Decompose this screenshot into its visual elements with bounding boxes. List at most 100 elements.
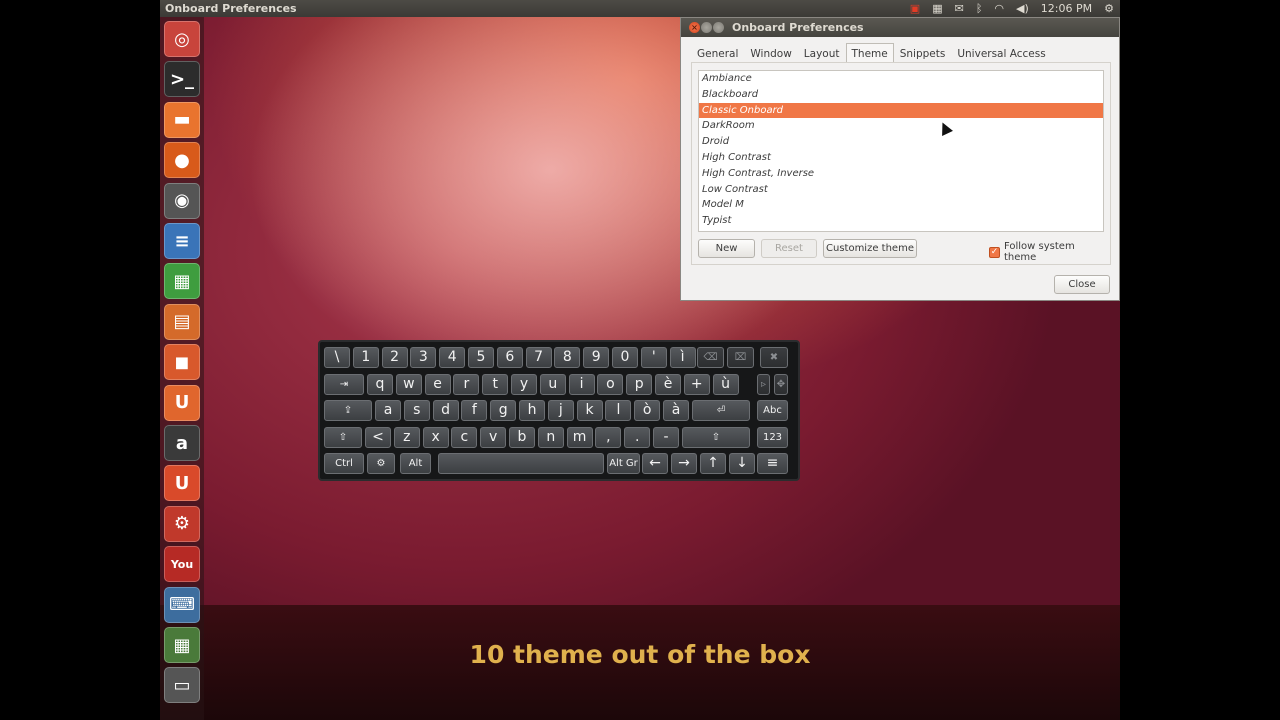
- new-theme-button[interactable]: New: [698, 239, 755, 258]
- key-k0[interactable]: \: [324, 347, 350, 368]
- bluetooth-icon[interactable]: ᛒ: [976, 1, 983, 16]
- launcher-amazon-icon[interactable]: a: [164, 425, 200, 461]
- follow-system-theme[interactable]: ✓ Follow system theme: [989, 241, 1110, 263]
- theme-list-item[interactable]: High Contrast: [699, 150, 1103, 166]
- launcher-calc-icon[interactable]: ▦: [164, 263, 200, 300]
- key-k5[interactable]: g: [490, 400, 517, 421]
- launcher-files-icon[interactable]: ▬: [164, 101, 200, 138]
- key-k2[interactable]: s: [403, 400, 430, 421]
- launcher-system-settings-icon[interactable]: ⚙: [164, 505, 200, 542]
- maximize-window-icon[interactable]: [713, 22, 724, 33]
- key-k12[interactable]: ì: [669, 347, 696, 368]
- key-k5[interactable]: t: [482, 374, 509, 395]
- key-k14[interactable]: ▹: [757, 374, 770, 395]
- workspaces-icon[interactable]: ▦: [932, 1, 942, 16]
- key-k3[interactable]: d: [432, 400, 459, 421]
- key-k12[interactable]: +: [683, 374, 710, 395]
- key-k2[interactable]: Alt: [400, 453, 431, 474]
- key-k12[interactable]: ⏎: [692, 400, 750, 421]
- key-k13[interactable]: ù: [712, 374, 739, 395]
- key-k13[interactable]: ⌫: [697, 347, 724, 368]
- key-k6[interactable]: b: [509, 427, 535, 448]
- key-k8[interactable]: ↓: [729, 453, 755, 474]
- key-k13[interactable]: 123: [757, 427, 788, 448]
- key-k11[interactable]: à: [663, 400, 689, 421]
- key-k7[interactable]: j: [547, 400, 574, 421]
- launcher-software-center-icon[interactable]: ◼: [164, 344, 200, 381]
- key-k4[interactable]: 4: [439, 347, 466, 368]
- launcher-terminal-icon[interactable]: >_: [164, 61, 200, 98]
- key-k1[interactable]: <: [365, 427, 391, 448]
- key-k1[interactable]: ⚙: [367, 453, 395, 474]
- key-k8[interactable]: 8: [554, 347, 581, 368]
- mail-icon[interactable]: ✉: [955, 1, 964, 16]
- key-k10[interactable]: 0: [612, 347, 638, 368]
- key-k1[interactable]: a: [375, 400, 401, 421]
- key-k6[interactable]: 6: [496, 347, 523, 368]
- key-k4[interactable]: r: [453, 374, 480, 395]
- launcher-impress-icon[interactable]: ▤: [164, 303, 200, 340]
- launcher-firefox-icon[interactable]: ●: [164, 142, 200, 179]
- key-k4[interactable]: c: [451, 427, 478, 448]
- key-k2[interactable]: w: [395, 374, 422, 395]
- key-k8[interactable]: m: [566, 427, 593, 448]
- key-k0[interactable]: ⇥: [324, 374, 364, 395]
- theme-list-item[interactable]: Droid: [699, 134, 1103, 150]
- volume-icon[interactable]: ◀): [1016, 1, 1029, 16]
- minimize-window-icon[interactable]: [701, 22, 712, 33]
- key-k2[interactable]: 2: [381, 347, 408, 368]
- key-k7[interactable]: n: [537, 427, 564, 448]
- key-k3[interactable]: 3: [410, 347, 437, 368]
- key-k0[interactable]: Ctrl: [324, 453, 364, 474]
- launcher-screenshot-icon[interactable]: ◉: [164, 182, 200, 219]
- theme-list-item[interactable]: Blackboard: [699, 87, 1103, 103]
- key-k9[interactable]: ≡: [757, 453, 788, 474]
- key-k4[interactable]: f: [461, 400, 488, 421]
- theme-list-item[interactable]: Ambiance: [699, 71, 1103, 87]
- launcher-trash-icon[interactable]: ▭: [164, 667, 200, 704]
- reset-theme-button[interactable]: Reset: [761, 239, 817, 258]
- key-k3[interactable]: x: [422, 427, 449, 448]
- launcher-dash-home-icon[interactable]: ◎: [164, 21, 200, 57]
- theme-list-item[interactable]: Classic Onboard: [699, 102, 1103, 119]
- key-k2[interactable]: z: [393, 427, 420, 448]
- theme-list[interactable]: Ambiance Blackboard Classic Onboard DarkRoo…: [698, 70, 1104, 232]
- key-k11[interactable]: è: [655, 374, 681, 395]
- key-k6[interactable]: →: [671, 453, 697, 474]
- key-k9[interactable]: ,: [595, 427, 622, 448]
- launcher-ubuntu-one-icon[interactable]: U: [164, 384, 200, 421]
- key-k5[interactable]: 5: [468, 347, 494, 368]
- gear-icon[interactable]: ⚙: [1104, 1, 1114, 16]
- key-k10[interactable]: p: [626, 374, 653, 395]
- window-titlebar[interactable]: × Onboard Preferences: [681, 18, 1119, 37]
- key-k1[interactable]: q: [367, 374, 393, 395]
- key-k11[interactable]: -: [653, 427, 679, 448]
- theme-list-item[interactable]: Typist: [699, 213, 1103, 229]
- key-k10[interactable]: ò: [634, 400, 661, 421]
- key-k13[interactable]: Abc: [757, 400, 788, 421]
- launcher-youtube-icon[interactable]: You: [164, 546, 200, 583]
- close-button[interactable]: Close: [1054, 275, 1110, 294]
- customize-theme-button[interactable]: Customize theme: [823, 239, 917, 258]
- key-k9[interactable]: o: [597, 374, 624, 395]
- key-k9[interactable]: 9: [583, 347, 610, 368]
- theme-list-item[interactable]: DarkRoom: [699, 118, 1103, 134]
- key-k7[interactable]: u: [539, 374, 566, 395]
- key-k10[interactable]: .: [624, 427, 651, 448]
- key-k6[interactable]: h: [519, 400, 545, 421]
- key-k6[interactable]: y: [511, 374, 537, 395]
- key-k8[interactable]: k: [576, 400, 603, 421]
- key-k4[interactable]: Alt Gr: [607, 453, 640, 474]
- key-k5[interactable]: v: [480, 427, 507, 448]
- wifi-icon[interactable]: ◠: [994, 1, 1004, 16]
- key-k12[interactable]: ⇧: [682, 427, 750, 448]
- close-window-icon[interactable]: ×: [689, 22, 700, 33]
- theme-list-item[interactable]: Low Contrast: [699, 182, 1103, 198]
- launcher-onboard-icon[interactable]: ⌨: [164, 586, 200, 623]
- key-k9[interactable]: l: [605, 400, 632, 421]
- key-k7[interactable]: 7: [525, 347, 552, 368]
- key-k1[interactable]: 1: [352, 347, 379, 368]
- clock[interactable]: 12:06 PM: [1041, 1, 1092, 16]
- launcher-writer-icon[interactable]: ≡: [164, 223, 200, 259]
- key-k8[interactable]: i: [568, 374, 595, 395]
